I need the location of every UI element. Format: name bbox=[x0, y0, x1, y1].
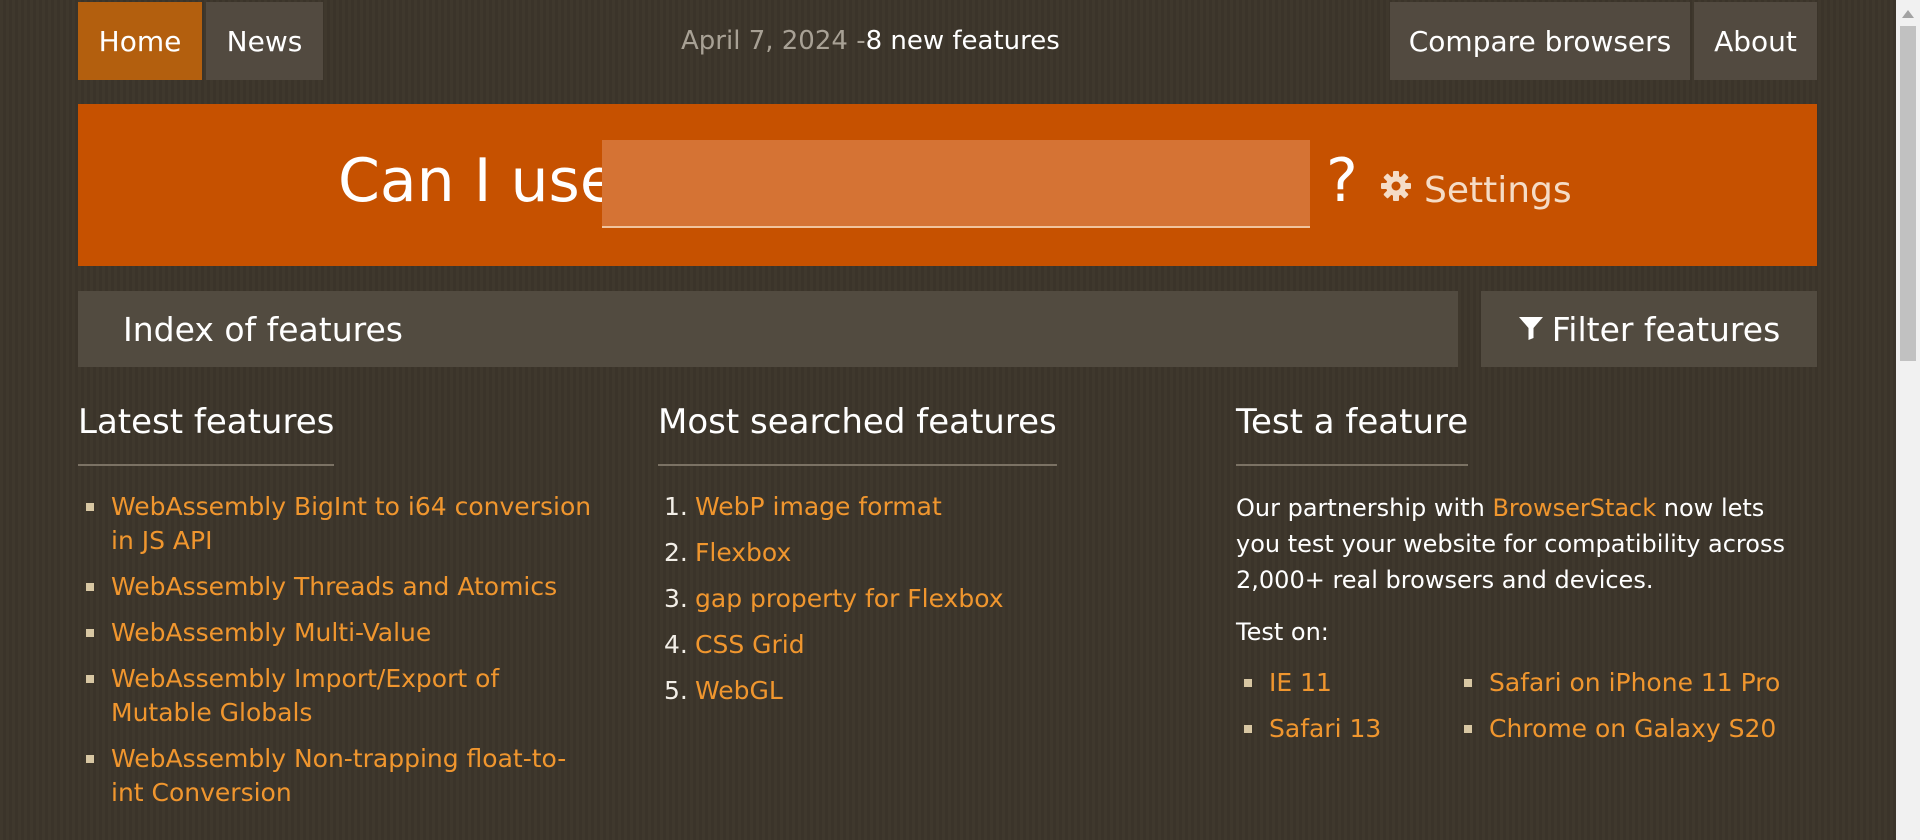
news-count: 8 new features bbox=[865, 26, 1060, 56]
filter-icon bbox=[1518, 310, 1544, 349]
vertical-scrollbar[interactable] bbox=[1896, 0, 1920, 840]
list-item: IE 11 bbox=[1236, 666, 1456, 700]
most-searched-list: 1. WebP image format 2. Flexbox 3. gap prop… bbox=[658, 490, 1178, 708]
scrollbar-thumb[interactable] bbox=[1900, 26, 1916, 361]
list-item: 3. gap property for Flexbox bbox=[658, 582, 1178, 616]
list-item: 4. CSS Grid bbox=[658, 628, 1178, 662]
scroll-up-arrow-icon[interactable] bbox=[1902, 10, 1914, 18]
browserstack-description: Our partnership with BrowserStack now le… bbox=[1236, 490, 1796, 598]
browserstack-link[interactable]: BrowserStack bbox=[1492, 494, 1656, 522]
index-of-features-link[interactable]: Index of features bbox=[78, 291, 1458, 367]
most-searched-heading: Most searched features bbox=[658, 402, 1057, 466]
list-number: 4. bbox=[664, 630, 688, 659]
news-summary[interactable]: April 7, 2024 - 8 new features bbox=[681, 2, 1060, 80]
news-date: April 7, 2024 - bbox=[681, 26, 866, 56]
nav-news-link[interactable]: News bbox=[206, 2, 323, 80]
test-browser-link[interactable]: Safari 13 bbox=[1269, 714, 1381, 743]
test-feature-heading: Test a feature bbox=[1236, 402, 1469, 466]
feature-link[interactable]: WebAssembly Multi-Value bbox=[111, 618, 431, 647]
feature-search-input[interactable] bbox=[602, 140, 1310, 228]
feature-link[interactable]: WebAssembly Non-trapping float-to-int Co… bbox=[111, 744, 566, 807]
feature-link[interactable]: Flexbox bbox=[695, 536, 791, 570]
latest-features-heading: Latest features bbox=[78, 402, 335, 466]
search-hero: Can I use ? Settings bbox=[78, 104, 1817, 266]
nav-compare-link[interactable]: Compare browsers bbox=[1390, 2, 1690, 80]
top-nav: Home News April 7, 2024 - 8 new features… bbox=[78, 2, 1817, 80]
feature-link[interactable]: gap property for Flexbox bbox=[695, 582, 1004, 616]
list-item: Safari on iPhone 11 Pro bbox=[1456, 666, 1796, 700]
list-item: WebAssembly Non-trapping float-to-int Co… bbox=[78, 742, 598, 810]
filter-features-button[interactable]: Filter features bbox=[1481, 291, 1817, 367]
feature-link[interactable]: WebGL bbox=[695, 674, 783, 708]
list-item: WebAssembly Import/Export of Mutable Glo… bbox=[78, 662, 598, 730]
description-text: Our partnership with bbox=[1236, 494, 1493, 522]
list-number: 1. bbox=[664, 492, 688, 521]
nav-home-link[interactable]: Home bbox=[78, 2, 202, 80]
list-item: WebAssembly Multi-Value bbox=[78, 616, 598, 650]
test-on-label: Test on: bbox=[1236, 618, 1329, 646]
nav-about-link[interactable]: About bbox=[1694, 2, 1817, 80]
settings-label: Settings bbox=[1424, 170, 1572, 211]
gear-icon bbox=[1380, 170, 1412, 211]
list-item: WebAssembly Threads and Atomics bbox=[78, 570, 598, 604]
list-item: 2. Flexbox bbox=[658, 536, 1178, 570]
list-item: 1. WebP image format bbox=[658, 490, 1178, 524]
search-label: Can I use bbox=[338, 146, 617, 216]
most-searched-section: Most searched features 1. WebP image form… bbox=[658, 402, 1178, 720]
list-number: 3. bbox=[664, 584, 688, 613]
index-title: Index of features bbox=[123, 309, 403, 349]
page: Home News April 7, 2024 - 8 new features… bbox=[78, 2, 1817, 807]
test-browser-link[interactable]: Safari on iPhone 11 Pro bbox=[1489, 668, 1780, 697]
list-item: Chrome on Galaxy S20 bbox=[1456, 712, 1796, 746]
test-browser-link[interactable]: Chrome on Galaxy S20 bbox=[1489, 714, 1776, 743]
feature-link[interactable]: WebAssembly BigInt to i64 conversion in … bbox=[111, 492, 591, 555]
filter-label: Filter features bbox=[1551, 309, 1781, 349]
list-item: Safari 13 bbox=[1236, 712, 1456, 746]
feature-link[interactable]: WebP image format bbox=[695, 490, 942, 524]
test-browser-link[interactable]: IE 11 bbox=[1269, 668, 1332, 697]
feature-link[interactable]: WebAssembly Threads and Atomics bbox=[111, 572, 557, 601]
search-question-mark: ? bbox=[1326, 146, 1358, 216]
list-item: 5. WebGL bbox=[658, 674, 1178, 708]
latest-features-list: WebAssembly BigInt to i64 conversion in … bbox=[78, 490, 598, 810]
feature-link[interactable]: CSS Grid bbox=[695, 628, 805, 662]
test-feature-section: Test a feature Our partnership with Brow… bbox=[1236, 402, 1816, 746]
feature-link[interactable]: WebAssembly Import/Export of Mutable Glo… bbox=[111, 664, 499, 727]
list-item: WebAssembly BigInt to i64 conversion in … bbox=[78, 490, 598, 558]
settings-button[interactable]: Settings bbox=[1380, 170, 1572, 211]
test-browser-list: IE 11 Safari on iPhone 11 Pro Safari 13 … bbox=[1236, 666, 1816, 746]
list-number: 5. bbox=[664, 676, 688, 705]
list-number: 2. bbox=[664, 538, 688, 567]
latest-features-section: Latest features WebAssembly BigInt to i6… bbox=[78, 402, 598, 822]
